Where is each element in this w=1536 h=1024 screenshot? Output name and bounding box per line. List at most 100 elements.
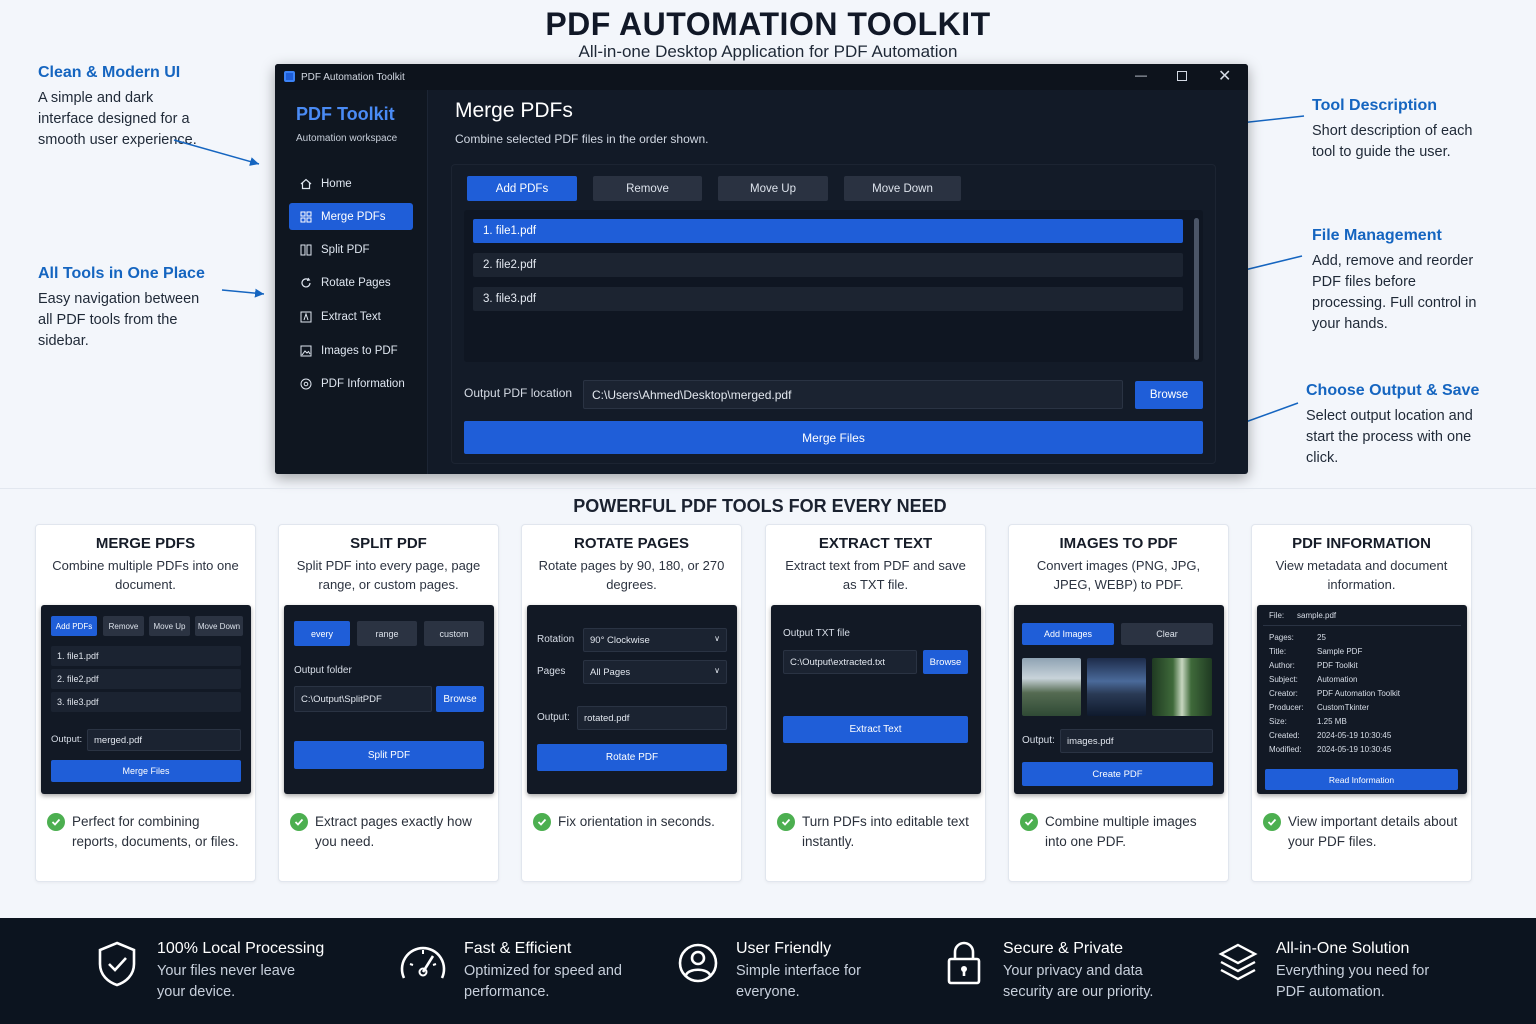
rotation-select[interactable]: 90° Clockwise ∨ xyxy=(583,628,727,652)
sidebar-item-label: Merge PDFs xyxy=(321,210,386,223)
minimize-icon[interactable]: — xyxy=(1135,68,1147,82)
feature-description: Everything you need for PDF automation. xyxy=(1276,963,1430,1000)
add-pdfs-button[interactable]: Add PDFs xyxy=(467,176,577,201)
remove-button[interactable]: Remove xyxy=(593,176,702,201)
mode-every-button[interactable]: every xyxy=(294,621,350,646)
image-thumbnail-forest-road[interactable] xyxy=(1152,658,1212,716)
create-pdf-button[interactable]: Create PDF xyxy=(1022,762,1213,786)
mode-range-button[interactable]: range xyxy=(357,621,417,646)
card-description: Convert images (PNG, JPG, JPEG, WEBP) to… xyxy=(1036,558,1201,592)
image-thumbnail-night-lake[interactable] xyxy=(1087,658,1146,716)
read-information-button[interactable]: Read Information xyxy=(1265,769,1458,790)
card-benefit: Extract pages exactly how you need. xyxy=(315,814,472,849)
extract-text-button[interactable]: Extract Text xyxy=(783,716,968,743)
rotate-pdf-button[interactable]: Rotate PDF xyxy=(537,744,727,771)
card-benefit: Turn PDFs into editable text instantly. xyxy=(802,814,969,849)
sidebar-item-merge-pdfs[interactable]: Merge PDFs xyxy=(289,203,413,230)
window-title: PDF Automation Toolkit xyxy=(301,72,405,83)
file-list-item[interactable]: 1. file1.pdf xyxy=(473,219,1183,243)
file-list-item[interactable]: 3. file3.pdf xyxy=(473,287,1183,311)
move-down-button[interactable]: Move Down xyxy=(844,176,961,201)
divider xyxy=(1263,625,1461,626)
output-folder-input[interactable]: C:\Output\SplitPDF xyxy=(294,686,432,712)
file-list-item[interactable]: 2. file2.pdf xyxy=(51,669,241,689)
features-footer: 100% Local Processing Your files never l… xyxy=(0,918,1536,1024)
output-label: Output: xyxy=(51,734,83,745)
sidebar-item-extract-text[interactable]: Extract Text xyxy=(289,303,413,330)
output-input[interactable]: rotated.pdf xyxy=(577,706,727,730)
output-file-label: Output TXT file xyxy=(783,628,850,639)
output-label: Output PDF location xyxy=(464,386,573,400)
tool-title: Merge PDFs xyxy=(455,99,573,122)
add-images-button[interactable]: Add Images xyxy=(1022,623,1114,645)
move-up-button[interactable]: Move Up xyxy=(149,616,190,636)
card-screenshot: Rotation 90° Clockwise ∨ Pages All Pages ∨… xyxy=(527,605,737,794)
tool-card-info: PDF INFORMATION View metadata and docume… xyxy=(1251,524,1472,882)
sidebar-item-home[interactable]: Home xyxy=(289,170,413,197)
card-screenshot: Add Images Clear Output: images.pdf Crea… xyxy=(1014,605,1224,794)
card-description: Split PDF into every page, page range, o… xyxy=(296,558,481,592)
tool-card-extract: EXTRACT TEXT Extract text from PDF and s… xyxy=(765,524,986,882)
check-icon xyxy=(533,813,551,831)
metadata-key: Creator: xyxy=(1269,689,1298,698)
sidebar-tagline: Automation workspace xyxy=(296,133,398,144)
file-list-item[interactable]: 1. file1.pdf xyxy=(51,646,241,666)
feature-title: 100% Local Processing xyxy=(157,940,325,957)
metadata-value: 25 xyxy=(1317,633,1326,642)
browse-button[interactable]: Browse xyxy=(436,686,484,712)
metadata-key: Created: xyxy=(1269,731,1300,740)
merge-files-button[interactable]: Merge Files xyxy=(464,421,1203,454)
output-file-input[interactable]: C:\Output\extracted.txt xyxy=(783,650,917,674)
chevron-down-icon: ∨ xyxy=(714,666,720,675)
output-path-input[interactable]: C:\Users\Ahmed\Desktop\merged.pdf xyxy=(583,380,1123,409)
sidebar-item-label: Images to PDF xyxy=(321,344,398,357)
sidebar-item-pdf-information[interactable]: PDF Information xyxy=(289,370,413,397)
move-down-button[interactable]: Move Down xyxy=(195,616,243,636)
file-list-item[interactable]: 3. file3.pdf xyxy=(51,692,241,712)
file-list-item[interactable]: 2. file2.pdf xyxy=(473,253,1183,277)
split-icon xyxy=(299,243,313,257)
tool-description: Combine selected PDF files in the order … xyxy=(455,132,709,146)
sidebar-item-label: PDF Information xyxy=(321,377,405,390)
close-icon[interactable]: ✕ xyxy=(1218,66,1231,86)
output-input[interactable]: merged.pdf xyxy=(87,729,241,751)
feature-description: Simple interface for everyone. xyxy=(736,963,861,1000)
sidebar-item-split-pdf[interactable]: Split PDF xyxy=(289,236,413,263)
metadata-value: Sample PDF xyxy=(1317,647,1363,656)
card-title: ROTATE PAGES xyxy=(573,535,689,552)
add-pdfs-button[interactable]: Add PDFs xyxy=(51,616,97,636)
metadata-key: Subject: xyxy=(1269,675,1298,684)
scrollbar[interactable] xyxy=(1194,218,1199,360)
card-description: Extract text from PDF and save as TXT fi… xyxy=(785,558,966,592)
sidebar-item-rotate-pages[interactable]: Rotate Pages xyxy=(289,269,413,296)
move-up-button[interactable]: Move Up xyxy=(718,176,828,201)
shield-check-icon xyxy=(96,940,138,988)
app-icon xyxy=(284,71,295,82)
clear-button[interactable]: Clear xyxy=(1121,623,1213,645)
sidebar-item-label: Home xyxy=(321,177,352,190)
chevron-down-icon: ∨ xyxy=(714,634,720,643)
split-pdf-button[interactable]: Split PDF xyxy=(294,741,484,769)
rotation-value: 90° Clockwise xyxy=(590,634,650,646)
output-input[interactable]: images.pdf xyxy=(1060,729,1213,753)
merge-icon xyxy=(299,210,313,224)
mode-custom-button[interactable]: custom xyxy=(424,621,484,646)
check-icon xyxy=(777,813,795,831)
card-description: View metadata and document information. xyxy=(1275,558,1448,592)
browse-button[interactable]: Browse xyxy=(923,650,968,674)
pages-select[interactable]: All Pages ∨ xyxy=(583,660,727,684)
tool-card-merge: MERGE PDFS Combine multiple PDFs into on… xyxy=(35,524,256,882)
merge-files-button[interactable]: Merge Files xyxy=(51,760,241,782)
output-folder-label: Output folder xyxy=(294,665,352,676)
card-title: EXTRACT TEXT xyxy=(818,535,933,552)
section-divider xyxy=(0,488,1536,489)
image-thumbnail-mountain-lake[interactable] xyxy=(1022,658,1081,716)
user-icon xyxy=(677,942,719,984)
remove-button[interactable]: Remove xyxy=(103,616,144,636)
sidebar-item-images-to-pdf[interactable]: Images to PDF xyxy=(289,337,413,364)
browse-button[interactable]: Browse xyxy=(1135,381,1203,409)
file-value: sample.pdf xyxy=(1297,611,1337,620)
sidebar-brand: PDF Toolkit xyxy=(296,104,395,124)
maximize-icon[interactable] xyxy=(1177,71,1187,81)
output-label: Output: xyxy=(1022,735,1055,746)
